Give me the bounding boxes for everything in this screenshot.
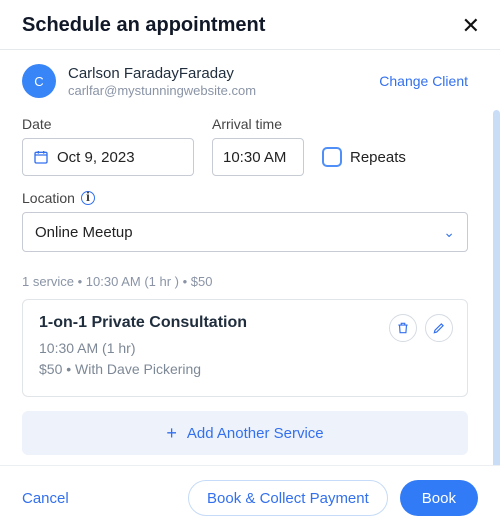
pencil-icon: [432, 321, 446, 335]
calendar-icon: [33, 149, 49, 165]
close-icon[interactable]: ✕: [462, 15, 480, 37]
add-service-button[interactable]: + Add Another Service: [22, 411, 468, 455]
delete-service-button[interactable]: [389, 314, 417, 342]
chevron-down-icon: ⌄: [443, 224, 455, 241]
add-service-label: Add Another Service: [187, 425, 324, 442]
service-price-staff: $50 • With Dave Pickering: [39, 359, 247, 380]
avatar: C: [22, 64, 56, 98]
client-email: carlfar@mystunningwebsite.com: [68, 83, 367, 98]
location-label: Location: [22, 190, 75, 206]
page-title: Schedule an appointment: [22, 14, 265, 37]
scrollbar[interactable]: [493, 110, 500, 465]
service-title: 1-on-1 Private Consultation: [39, 314, 247, 332]
cancel-button[interactable]: Cancel: [22, 490, 69, 507]
edit-service-button[interactable]: [425, 314, 453, 342]
info-icon[interactable]: i: [81, 191, 95, 205]
time-label: Arrival time: [212, 116, 304, 132]
location-select[interactable]: Online Meetup ⌄: [22, 212, 468, 252]
repeats-checkbox[interactable]: [322, 147, 342, 167]
date-value: Oct 9, 2023: [57, 149, 135, 166]
book-button[interactable]: Book: [400, 480, 478, 516]
trash-icon: [396, 321, 410, 335]
service-time: 10:30 AM (1 hr): [39, 338, 247, 359]
location-value: Online Meetup: [35, 224, 133, 241]
date-input[interactable]: Oct 9, 2023: [22, 138, 194, 176]
client-name: Carlson FaradayFaraday: [68, 65, 367, 82]
time-value: 10:30 AM: [223, 149, 286, 166]
date-label: Date: [22, 116, 194, 132]
change-client-link[interactable]: Change Client: [379, 73, 468, 89]
repeats-label: Repeats: [350, 149, 406, 166]
service-card: 1-on-1 Private Consultation 10:30 AM (1 …: [22, 299, 468, 397]
time-input[interactable]: 10:30 AM: [212, 138, 304, 176]
plus-icon: +: [166, 423, 177, 444]
book-collect-payment-button[interactable]: Book & Collect Payment: [188, 480, 388, 516]
services-summary: 1 service • 10:30 AM (1 hr ) • $50: [22, 274, 478, 289]
